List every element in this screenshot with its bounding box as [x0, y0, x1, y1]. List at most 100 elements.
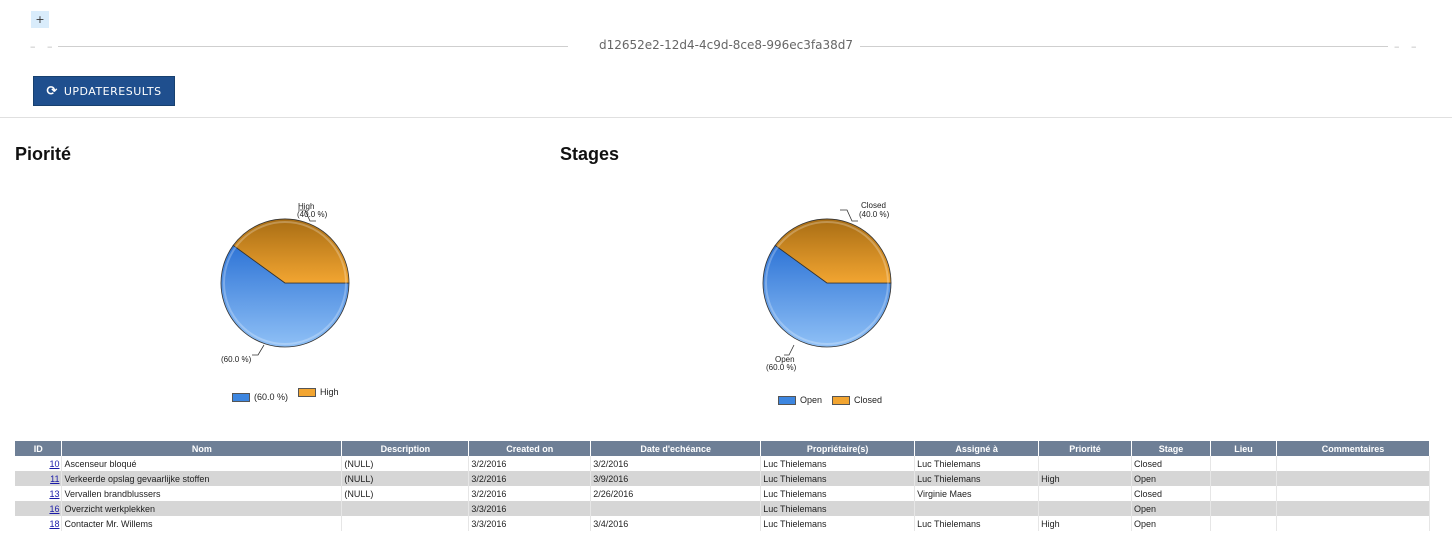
table-cell: Closed	[1131, 486, 1211, 501]
id-cell: 11	[15, 471, 63, 486]
table-cell: Luc Thielemans	[914, 516, 1040, 531]
table-cell: 2/26/2016	[590, 486, 762, 501]
record-id-link[interactable]: 13	[49, 489, 59, 499]
table-cell: Overzicht werkplekken	[61, 501, 343, 516]
legend-item: Closed	[832, 395, 882, 405]
record-guid-text: d12652e2-12d4-4c9d-8ce8-996ec3fa38d7	[590, 38, 861, 52]
legend-label: (60.0 %)	[254, 392, 289, 402]
table-cell: 3/4/2016	[590, 516, 762, 531]
column-header[interactable]: Created on	[468, 441, 592, 456]
table-row[interactable]: 11 Verkeerde opslag gevaarlijke stoffen (N…	[15, 471, 1431, 486]
table-cell	[1210, 486, 1277, 501]
legend-swatch	[298, 387, 317, 397]
column-header[interactable]: Nom	[61, 441, 343, 456]
table-cell: 3/2/2016	[468, 456, 592, 471]
legend-label: Closed	[854, 395, 883, 405]
legend-swatch	[232, 392, 250, 402]
priority-pie-chart: High (40.0 %) (60.0 %)	[220, 202, 350, 364]
record-id-link[interactable]: 16	[49, 504, 59, 514]
table-cell: (NULL)	[341, 471, 470, 486]
table-cell: Luc Thielemans	[760, 516, 916, 531]
leader-line-open	[784, 344, 795, 356]
table-cell: Luc Thielemans	[914, 456, 1040, 471]
table-cell: 3/2/2016	[468, 471, 592, 486]
legend-item: (60.0 %)	[232, 392, 288, 402]
table-cell: Luc Thielemans	[760, 456, 916, 471]
column-header[interactable]: Propriétaire(s)	[760, 441, 916, 456]
add-button[interactable]: +	[31, 11, 49, 28]
table-cell	[1210, 456, 1277, 471]
slice-label-open-pct: (60.0 %)	[766, 363, 797, 372]
table-cell	[1276, 516, 1431, 531]
record-id-link[interactable]: 11	[50, 474, 59, 484]
divider	[0, 117, 1452, 118]
table-cell: (NULL)	[341, 486, 470, 501]
table-cell: 3/3/2016	[468, 516, 592, 531]
table-cell: Virginie Maes	[914, 486, 1040, 501]
table-cell	[1210, 501, 1277, 516]
table-cell	[590, 501, 762, 516]
update-results-button[interactable]: ⟳ UPDATERESULTS	[33, 76, 175, 106]
table-cell: High	[1038, 471, 1133, 486]
table-cell: Open	[1131, 501, 1211, 516]
table-row[interactable]: 10 Ascenseur bloqué (NULL) 3/2/2016 3/2/2016…	[15, 456, 1431, 471]
legend-swatch	[832, 395, 851, 405]
table-row[interactable]: 13 Vervallen brandblussers (NULL) 3/2/2016 2…	[15, 486, 1431, 501]
column-header[interactable]: Description	[341, 441, 470, 456]
leader-line-closed	[840, 209, 858, 222]
refresh-icon: ⟳	[46, 83, 58, 99]
table-cell: High	[1038, 516, 1133, 531]
table-cell: Vervallen brandblussers	[61, 486, 343, 501]
separator-dash-right: – –	[1394, 40, 1421, 53]
table-cell	[1210, 471, 1277, 486]
table-cell: Verkeerde opslag gevaarlijke stoffen	[61, 471, 343, 486]
table-cell: (NULL)	[341, 456, 470, 471]
table-cell: 3/9/2016	[590, 471, 762, 486]
slice-label-closed: Closed	[861, 201, 886, 210]
stages-chart-title: Stages	[560, 144, 620, 164]
separator-line-left	[58, 46, 568, 47]
table-cell	[1038, 501, 1133, 516]
table-cell: 3/3/2016	[468, 501, 592, 516]
slice-label-high-pct: (40.0 %)	[297, 210, 328, 219]
update-results-label: UPDATERESULTS	[63, 84, 162, 98]
table-cell	[1038, 486, 1133, 501]
legend-item: Open	[778, 395, 822, 405]
column-header[interactable]: Stage	[1131, 441, 1211, 456]
table-cell	[1276, 486, 1431, 501]
table-cell: Closed	[1131, 456, 1211, 471]
record-id-link[interactable]: 10	[49, 459, 59, 469]
table-cell: Luc Thielemans	[760, 471, 916, 486]
table-cell: Luc Thielemans	[760, 501, 916, 516]
record-id-link[interactable]: 18	[49, 519, 59, 529]
table-cell: Luc Thielemans	[760, 486, 916, 501]
slice-label-blank-pct: (60.0 %)	[221, 355, 252, 364]
id-cell: 16	[15, 501, 63, 516]
table-cell	[1276, 456, 1431, 471]
column-header[interactable]: Commentaires	[1276, 441, 1431, 456]
table-cell: 3/2/2016	[590, 456, 762, 471]
table-cell: Contacter Mr. Willems	[61, 516, 343, 531]
table-cell: Open	[1131, 471, 1211, 486]
column-header[interactable]: ID	[15, 441, 63, 456]
priority-chart-title: Piorité	[15, 144, 72, 164]
table-row[interactable]: 18 Contacter Mr. Willems 3/3/2016 3/4/2016 L…	[15, 516, 1431, 531]
table-cell	[341, 501, 470, 516]
column-header[interactable]: Priorité	[1038, 441, 1133, 456]
table-cell: 3/2/2016	[468, 486, 592, 501]
table-cell	[1038, 456, 1133, 471]
leader-line-blank	[252, 344, 265, 356]
table-cell: Ascenseur bloqué	[61, 456, 343, 471]
column-header[interactable]: Assigné à	[914, 441, 1040, 456]
table-row[interactable]: 16 Overzicht werkplekken 3/3/2016 Luc Thiel…	[15, 501, 1431, 516]
slice-label-closed-pct: (40.0 %)	[859, 210, 890, 219]
table-cell: Open	[1131, 516, 1211, 531]
separator-line-right	[860, 46, 1388, 47]
record-guid: d12652e2-12d4-4c9d-8ce8-996ec3fa38d7	[0, 38, 1452, 52]
column-header[interactable]: Lieu	[1210, 441, 1277, 456]
id-cell: 18	[15, 516, 63, 531]
column-header[interactable]: Date d'echéance	[590, 441, 762, 456]
table-cell	[341, 516, 470, 531]
legend-label: Open	[800, 395, 823, 405]
results-table: ID Nom Description Created on Date d'echéanc…	[15, 441, 1431, 531]
